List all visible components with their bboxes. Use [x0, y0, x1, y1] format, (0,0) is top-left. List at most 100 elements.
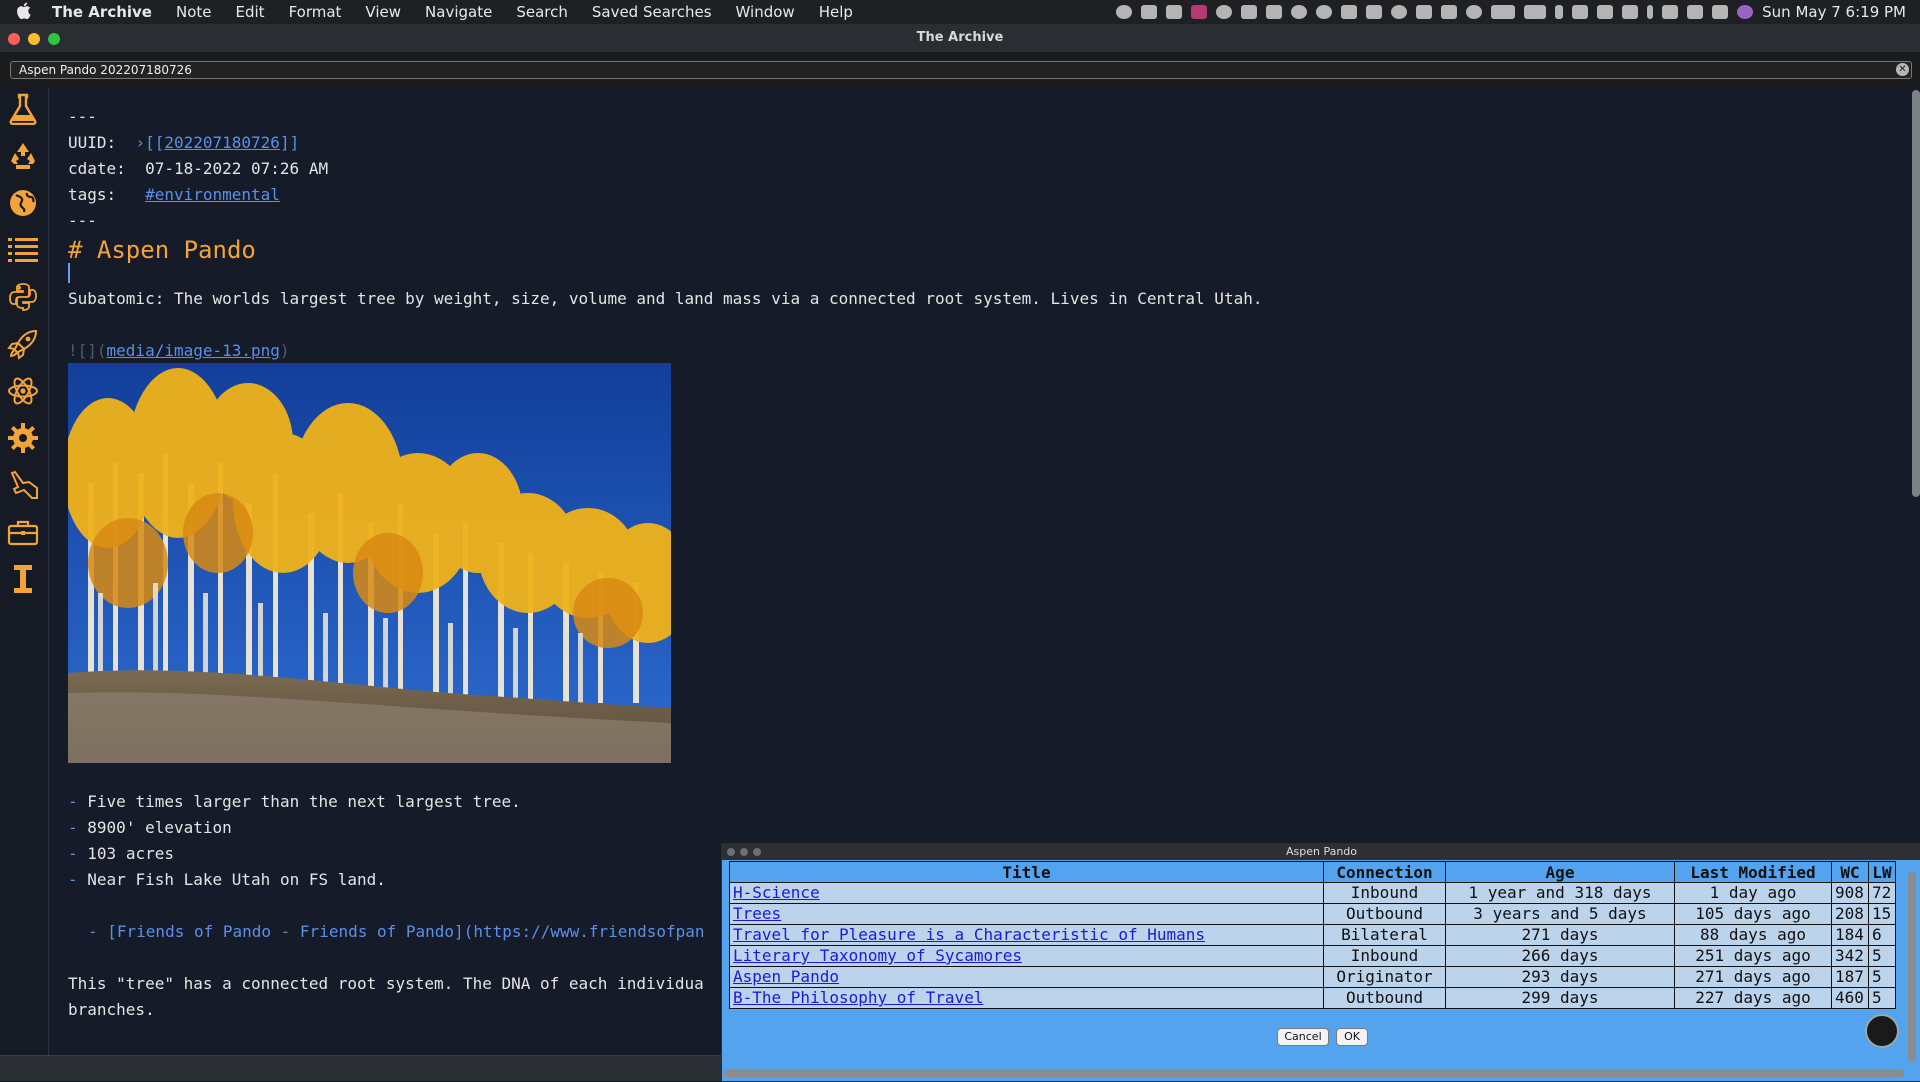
- row-age-cell: 299 days: [1445, 987, 1675, 1009]
- python-icon[interactable]: [6, 280, 40, 314]
- siri-icon[interactable]: [1737, 5, 1754, 19]
- connections-panel: Aspen Pando Title Connection Age Last Mo…: [721, 843, 1920, 1082]
- atom-icon[interactable]: [6, 374, 40, 408]
- row-modified-cell: 1 day ago: [1674, 882, 1832, 904]
- omnibar-search-input[interactable]: Aspen Pando 202207180726 ✕: [10, 61, 1912, 79]
- menu-search[interactable]: Search: [516, 3, 568, 21]
- note-link[interactable]: Travel for Pleasure is a Characteristic …: [733, 925, 1205, 944]
- subatomic-line: Subatomic: The worlds largest tree by we…: [68, 289, 1263, 308]
- status-app-icon[interactable]: [1191, 5, 1208, 19]
- row-connection-cell: Outbound: [1323, 987, 1446, 1009]
- wifi-icon[interactable]: [1622, 5, 1639, 19]
- globe-icon[interactable]: [6, 186, 40, 220]
- table-row[interactable]: Literary Taxonomy of Sycamores Inbound 2…: [729, 945, 1896, 967]
- note-link[interactable]: H-Science: [733, 883, 820, 902]
- status-app-icon[interactable]: [1141, 5, 1158, 19]
- dropbox-icon[interactable]: [1416, 5, 1433, 19]
- frontmatter-open: ---: [68, 107, 97, 126]
- clear-icon[interactable]: ✕: [1896, 63, 1909, 76]
- bluetooth-icon[interactable]: [1555, 5, 1564, 19]
- text-cursor: [68, 263, 70, 283]
- table-row[interactable]: Trees Outbound 3 years and 5 days 105 da…: [729, 903, 1896, 925]
- bullet-text: Five times larger than the next largest …: [87, 792, 521, 811]
- bullet-marker: -: [68, 792, 78, 811]
- menu-note[interactable]: Note: [176, 3, 212, 21]
- menu-window[interactable]: Window: [736, 3, 795, 21]
- cloud-icon[interactable]: [1441, 5, 1458, 19]
- status-app-icon[interactable]: [1266, 5, 1283, 19]
- menu-saved-searches[interactable]: Saved Searches: [592, 3, 712, 21]
- apple-icon[interactable]: [16, 2, 38, 23]
- table-row[interactable]: Aspen Pando Originator 293 days 271 days…: [729, 966, 1896, 988]
- menu-navigate[interactable]: Navigate: [425, 3, 492, 21]
- panel-close-button[interactable]: [727, 848, 735, 856]
- column-header-wc[interactable]: WC: [1831, 861, 1869, 883]
- row-age-cell: 3 years and 5 days: [1445, 903, 1675, 925]
- recycle-icon[interactable]: [6, 139, 40, 173]
- row-age-cell: 266 days: [1445, 945, 1675, 967]
- panel-minimize-button[interactable]: [740, 848, 748, 856]
- uuid-link[interactable]: 202207180726: [164, 133, 280, 152]
- flask-icon[interactable]: [6, 92, 40, 126]
- status-app-icon[interactable]: [1662, 5, 1679, 19]
- panel-horizontal-scrollbar[interactable]: [724, 1069, 1904, 1077]
- cancel-button[interactable]: Cancel: [1277, 1028, 1329, 1046]
- row-age-cell: 1 year and 318 days: [1445, 882, 1675, 904]
- text-cursor-icon[interactable]: [6, 562, 40, 596]
- rocket-icon[interactable]: [6, 327, 40, 361]
- image-link[interactable]: media/image-13.png: [107, 341, 280, 360]
- gear-icon[interactable]: [6, 421, 40, 455]
- hand-icon[interactable]: [6, 468, 40, 502]
- row-modified-cell: 251 days ago: [1674, 945, 1832, 967]
- note-heading: # Aspen Pando: [68, 236, 256, 264]
- panel-zoom-button[interactable]: [753, 848, 761, 856]
- status-app-icon[interactable]: [1341, 5, 1358, 19]
- chevron-left-icon[interactable]: [1647, 5, 1654, 19]
- column-header-last-modified[interactable]: Last Modified: [1674, 861, 1832, 883]
- calendar-icon[interactable]: [1687, 5, 1704, 19]
- aspen-photo: [68, 363, 671, 763]
- menu-view[interactable]: View: [365, 3, 401, 21]
- status-app-icon[interactable]: [1116, 5, 1133, 19]
- table-row[interactable]: H-Science Inbound 1 year and 318 days 1 …: [729, 882, 1896, 904]
- note-link[interactable]: Aspen Pando: [733, 967, 839, 986]
- row-title-cell: Literary Taxonomy of Sycamores: [729, 945, 1324, 967]
- volume-icon[interactable]: [1572, 5, 1589, 19]
- clock-icon[interactable]: [1316, 5, 1333, 19]
- status-app-icon[interactable]: [1291, 5, 1308, 19]
- column-header-lw[interactable]: LW: [1868, 861, 1896, 883]
- menu-app-name[interactable]: The Archive: [52, 3, 152, 21]
- menu-help[interactable]: Help: [819, 3, 853, 21]
- editor-scrollbar[interactable]: [1912, 90, 1920, 497]
- note-link[interactable]: B-The Philosophy of Travel: [733, 988, 983, 1007]
- column-header-connection[interactable]: Connection: [1323, 861, 1446, 883]
- panel-vertical-scrollbar[interactable]: [1908, 872, 1916, 1062]
- status-app-icon[interactable]: [1597, 5, 1614, 19]
- menu-format[interactable]: Format: [289, 3, 342, 21]
- tag-link[interactable]: #environmental: [145, 185, 280, 204]
- grammarly-icon[interactable]: [1865, 1014, 1899, 1048]
- battery-icon[interactable]: [1524, 5, 1547, 19]
- briefcase-icon[interactable]: [6, 515, 40, 549]
- ok-button[interactable]: OK: [1336, 1028, 1368, 1046]
- menubar-clock[interactable]: Sun May 7 6:19 PM: [1762, 3, 1906, 21]
- control-center-icon[interactable]: [1712, 5, 1729, 19]
- status-app-icon[interactable]: [1241, 5, 1258, 19]
- table-row[interactable]: B-The Philosophy of Travel Outbound 299 …: [729, 987, 1896, 1009]
- uuid-key: UUID:: [68, 133, 117, 152]
- friends-of-pando-link[interactable]: - [Friends of Pando - Friends of Pando](…: [88, 922, 705, 941]
- status-app-icon[interactable]: [1491, 5, 1516, 19]
- status-app-icon[interactable]: [1216, 5, 1233, 19]
- row-modified-cell: 271 days ago: [1674, 966, 1832, 988]
- table-row[interactable]: Travel for Pleasure is a Characteristic …: [729, 924, 1896, 946]
- search-icon[interactable]: [1466, 5, 1483, 19]
- column-header-title[interactable]: Title: [729, 861, 1324, 883]
- status-app-icon[interactable]: [1166, 5, 1183, 19]
- list-icon[interactable]: [6, 233, 40, 267]
- status-app-icon[interactable]: [1366, 5, 1383, 19]
- note-link[interactable]: Literary Taxonomy of Sycamores: [733, 946, 1022, 965]
- play-icon[interactable]: [1391, 5, 1408, 19]
- menu-edit[interactable]: Edit: [236, 3, 265, 21]
- note-link[interactable]: Trees: [733, 904, 781, 923]
- column-header-age[interactable]: Age: [1445, 861, 1675, 883]
